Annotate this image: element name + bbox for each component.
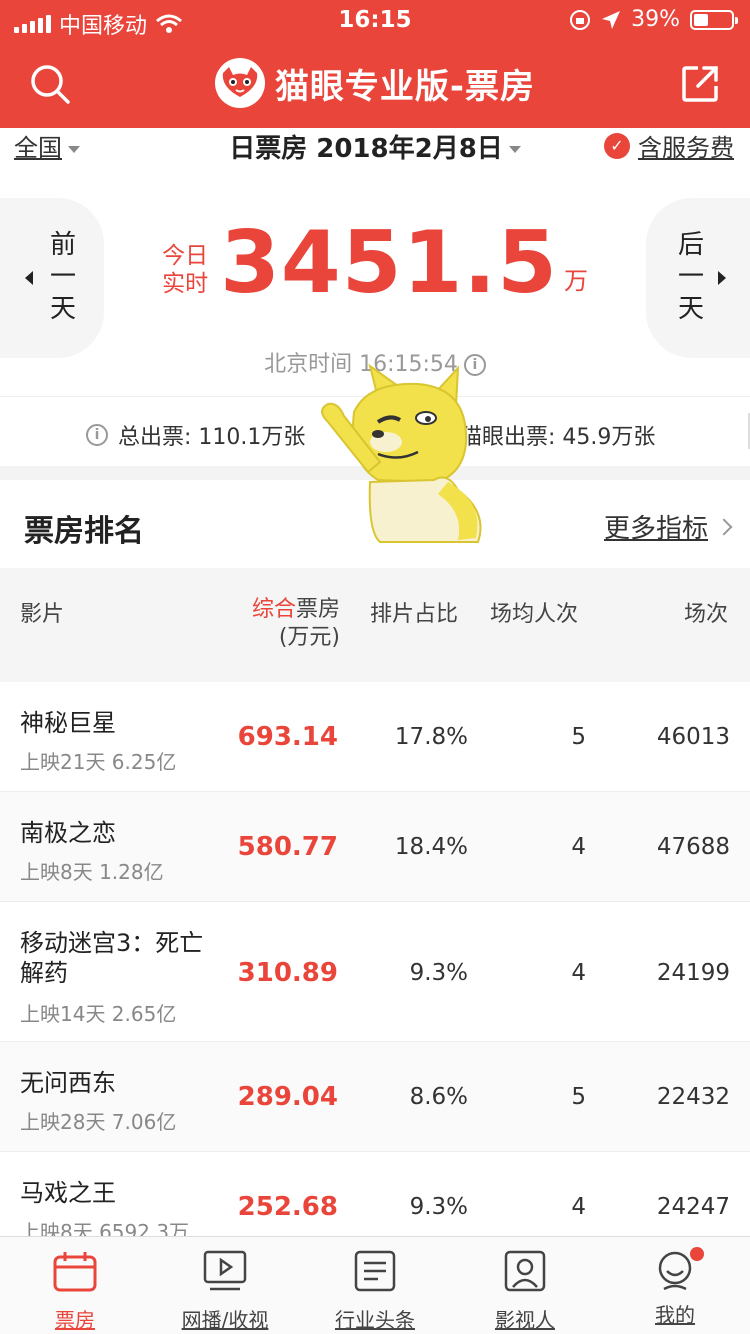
tab-label: 网播/收视 (181, 1308, 269, 1332)
shows-value: 24247 (656, 1194, 730, 1220)
table-row[interactable]: 移动迷宫3：死亡解药 上映14天 2.65亿 310.89 9.3% 4 241… (0, 902, 750, 1042)
film-name: 南极之恋 (20, 819, 116, 847)
more-metrics-label: 更多指标 (603, 514, 708, 544)
shows-value: 47688 (656, 834, 730, 860)
col-avg-attendance[interactable]: 场均人次 (490, 596, 578, 628)
screen-share-value: 9.3% (409, 960, 468, 986)
page-title: 猫眼专业版-票房 (274, 66, 536, 107)
next-day-label: 后一天 (673, 230, 704, 326)
battery-percent: 39% (631, 7, 680, 32)
col-box-office-unit: (万元) (278, 625, 340, 650)
film-release-info: 上映28天 7.06亿 (20, 1110, 177, 1134)
screen-share-value: 17.8% (394, 724, 468, 750)
tab-label: 票房 (55, 1308, 95, 1332)
tab-people[interactable]: 影视人 (450, 1245, 600, 1333)
realtime-amount: 3451.5 (220, 213, 558, 313)
col-screen-share[interactable]: 排片占比 (370, 596, 458, 628)
film-name: 无问西东 (20, 1069, 116, 1097)
share-icon[interactable] (680, 64, 720, 104)
top-bar: 中国移动 16:15 39% 猫眼专业版-票房 (0, 0, 750, 128)
nav-bar: 猫眼专业版-票房 (0, 44, 750, 128)
date-label: 日票房 2018年2月8日 (229, 134, 503, 164)
amount-unit: 万 (563, 267, 588, 295)
col-box-office[interactable]: 综合票房 (万元) (236, 596, 340, 652)
realtime-label: 今日实时 (162, 243, 209, 297)
screen-share-value: 9.3% (409, 1194, 468, 1220)
profile-icon-wrap (652, 1247, 704, 1293)
table-row[interactable]: 神秘巨星 上映21天 6.25亿 693.14 17.8% 5 46013 (0, 682, 750, 792)
filter-bar: 全国 日票房 2018年2月8日 ✓ 含服务费 (0, 128, 750, 164)
rotation-lock-icon (570, 9, 591, 30)
table-row[interactable]: 南极之恋 上映8天 1.28亿 580.77 18.4% 4 47688 (0, 792, 750, 902)
screen-share-value: 8.6% (409, 1084, 468, 1110)
total-tickets: 总出票: 110.1万张 (118, 425, 306, 450)
chevron-right-icon (715, 518, 733, 535)
shows-value: 46013 (656, 724, 730, 750)
news-icon (354, 1250, 396, 1292)
table-row[interactable]: 无问西东 上映28天 7.06亿 289.04 8.6% 5 22432 (0, 1042, 750, 1152)
status-bar: 中国移动 16:15 39% (0, 0, 750, 40)
col-box-office-label: 票房 (295, 597, 340, 622)
ranking-title: 票房排名 (24, 514, 144, 549)
more-metrics-link[interactable]: 更多指标 (603, 508, 733, 545)
tab-label: 影视人 (495, 1308, 555, 1332)
film-release-info: 上映21天 6.25亿 (20, 750, 177, 774)
service-fee-label: 含服务费 (638, 134, 734, 162)
screen-share-value: 18.4% (394, 834, 468, 860)
battery-icon (690, 9, 738, 30)
check-icon: ✓ (604, 132, 630, 159)
service-fee-toggle[interactable]: ✓ 含服务费 (604, 128, 734, 163)
doge-mascot-sticker[interactable] (308, 362, 498, 544)
tab-headlines[interactable]: 行业头条 (300, 1245, 450, 1333)
box-office-value: 580.77 (237, 832, 338, 862)
chevron-down-icon (508, 146, 521, 153)
film-release-info: 上映8天 6592.3万 (20, 1220, 190, 1236)
tab-label: 行业头条 (335, 1308, 415, 1332)
play-icon (203, 1250, 247, 1291)
table-row[interactable]: 马戏之王 上映8天 6592.3万 252.68 9.3% 4 24247 (0, 1152, 750, 1236)
avg-attendance-value: 5 (571, 1084, 586, 1110)
film-name: 马戏之王 (20, 1179, 116, 1207)
ranking-list: 神秘巨星 上映21天 6.25亿 693.14 17.8% 5 46013 南极… (0, 682, 750, 1236)
tab-label: 我的 (655, 1303, 695, 1327)
avg-attendance-value: 4 (571, 834, 586, 860)
film-name: 神秘巨星 (20, 709, 116, 737)
col-box-office-highlight: 综合 (251, 597, 296, 622)
arrow-right-icon (717, 271, 726, 285)
calendar-icon (53, 1252, 97, 1292)
info-icon[interactable]: i (86, 424, 108, 446)
film-name: 移动迷宫3：死亡解药 (20, 929, 204, 987)
tab-mine[interactable]: 我的 (600, 1245, 750, 1328)
table-header: 影片 综合票房 (万元) 排片占比 场均人次 场次 (0, 568, 750, 682)
avg-attendance-value: 4 (571, 1194, 586, 1220)
bottom-tab-bar: 票房 网播/收视 行业头条 影视人 我的 (0, 1236, 750, 1334)
location-arrow-icon (602, 10, 621, 29)
notification-badge (690, 1247, 704, 1261)
box-office-value: 693.14 (237, 722, 338, 752)
col-shows[interactable]: 场次 (684, 596, 728, 628)
film-release-info: 上映8天 1.28亿 (20, 860, 164, 884)
shows-value: 24199 (656, 960, 730, 986)
box-office-value: 310.89 (237, 958, 338, 988)
film-release-info: 上映14天 2.65亿 (20, 1002, 177, 1026)
maoyan-logo-icon (214, 58, 265, 108)
tab-box-office[interactable]: 票房 (0, 1245, 150, 1333)
avg-attendance-value: 4 (571, 960, 586, 986)
battery-fill (694, 13, 708, 26)
box-office-value: 289.04 (237, 1082, 338, 1112)
col-film[interactable]: 影片 (20, 596, 64, 628)
avg-attendance-value: 5 (571, 724, 586, 750)
person-card-icon (504, 1250, 546, 1292)
box-office-value: 252.68 (237, 1192, 338, 1222)
shows-value: 22432 (656, 1084, 730, 1110)
tab-streaming[interactable]: 网播/收视 (150, 1245, 300, 1333)
next-day-button[interactable]: 后一天 (646, 198, 750, 358)
